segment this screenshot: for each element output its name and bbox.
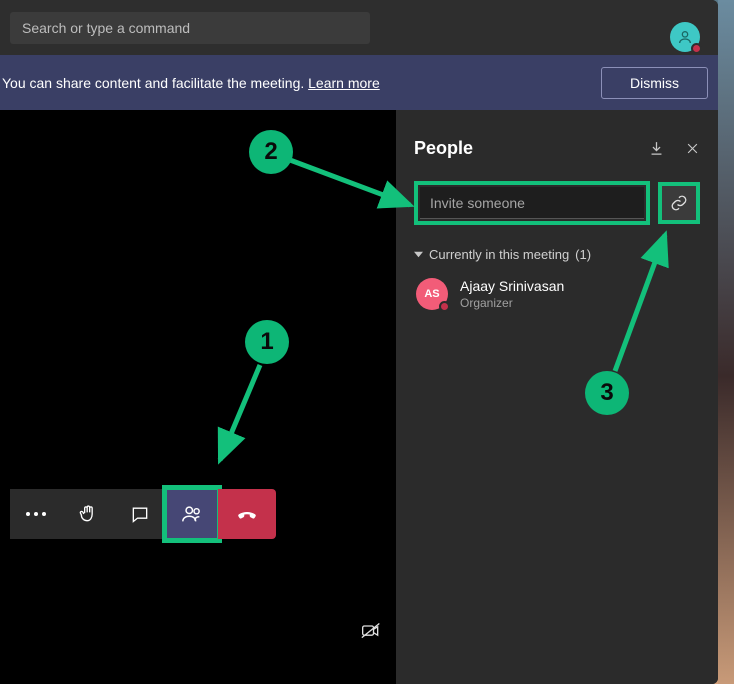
participant-avatar: AS [416, 278, 448, 310]
chat-button[interactable] [114, 489, 166, 539]
raise-hand-button[interactable] [62, 489, 114, 539]
chat-icon [130, 504, 150, 524]
callout-3: 3 [585, 371, 629, 415]
presence-busy-icon [691, 43, 702, 54]
app-window: Search or type a command You can share c… [0, 0, 718, 684]
titlebar: Search or type a command [0, 0, 718, 55]
download-icon [648, 140, 665, 157]
download-attendance-button[interactable] [648, 140, 665, 157]
user-avatar[interactable] [670, 22, 700, 52]
close-icon [685, 141, 700, 156]
panel-title: People [414, 138, 473, 159]
info-banner: You can share content and facilitate the… [0, 55, 718, 110]
people-panel: People [396, 110, 718, 684]
participant-initials: AS [424, 288, 439, 300]
callout-1: 1 [245, 320, 289, 364]
hang-up-button[interactable] [218, 489, 276, 539]
show-participants-button[interactable] [166, 489, 218, 539]
learn-more-link[interactable]: Learn more [308, 75, 380, 91]
invite-row [414, 181, 700, 225]
dismiss-button[interactable]: Dismiss [601, 67, 708, 99]
video-area [0, 110, 396, 684]
copy-join-link-button[interactable] [658, 182, 700, 224]
invite-box-highlight [414, 181, 650, 225]
participants-section-header[interactable]: Currently in this meeting (1) [414, 247, 700, 262]
banner-text: You can share content and facilitate the… [2, 75, 380, 91]
callout-2: 2 [249, 130, 293, 174]
search-placeholder: Search or type a command [22, 20, 190, 36]
hand-icon [78, 504, 98, 524]
search-input[interactable]: Search or type a command [10, 12, 370, 44]
section-count: (1) [575, 247, 591, 262]
user-icon [677, 29, 693, 45]
invite-someone-input[interactable] [420, 187, 644, 219]
panel-header: People [414, 138, 700, 159]
presence-busy-icon [439, 301, 450, 312]
chevron-down-icon [414, 250, 423, 259]
meeting-toolbar [10, 489, 276, 539]
link-icon [670, 194, 688, 212]
participant-name: Ajaay Srinivasan [460, 278, 564, 294]
camera-status-icon [361, 622, 381, 645]
participant-role: Organizer [460, 296, 564, 310]
phone-hangup-icon [235, 502, 259, 526]
section-label: Currently in this meeting [429, 247, 569, 262]
participant-row[interactable]: AS Ajaay Srinivasan Organizer [414, 278, 700, 310]
more-actions-button[interactable] [10, 489, 62, 539]
close-panel-button[interactable] [685, 140, 700, 157]
ellipsis-icon [26, 512, 46, 516]
desktop-background [718, 0, 734, 684]
people-icon [181, 503, 203, 525]
